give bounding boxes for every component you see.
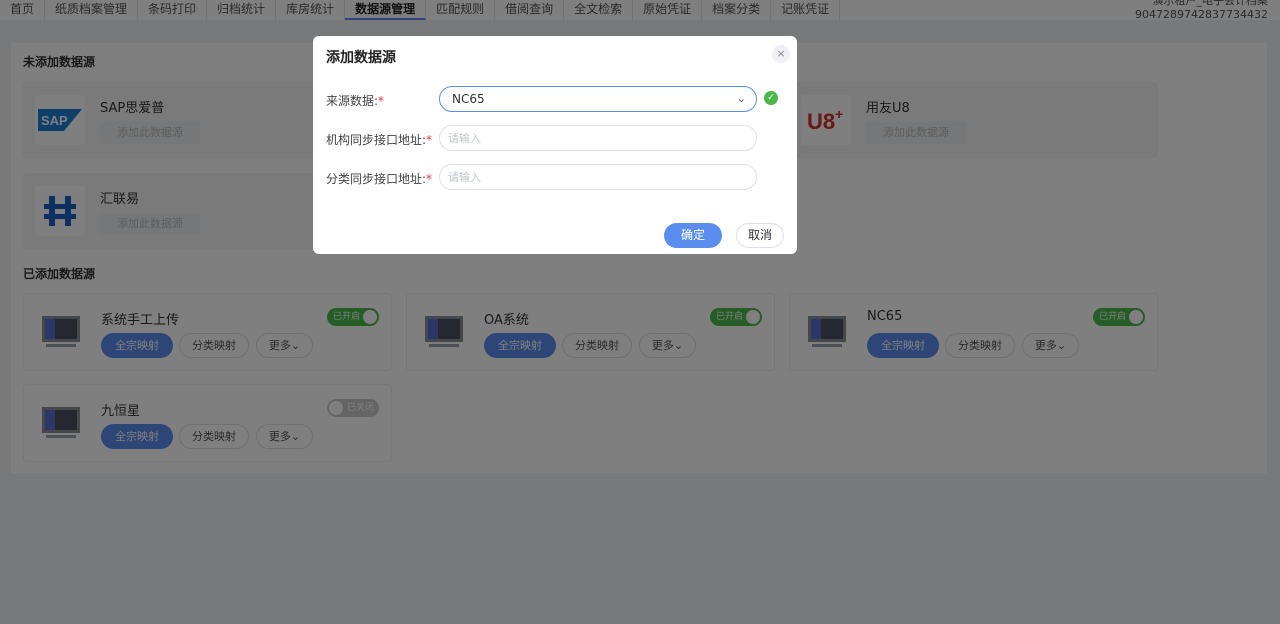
org-url-input[interactable]: [439, 125, 757, 151]
check-circle-icon: ✓: [764, 91, 778, 105]
dialog-title: 添加数据源: [326, 50, 396, 66]
required-mark: *: [378, 94, 385, 108]
chevron-down-icon: ⌄: [736, 92, 746, 105]
label-text: 分类同步接口地址:: [326, 172, 427, 186]
label-text: 来源数据:: [326, 94, 379, 108]
category-url-input[interactable]: [439, 164, 757, 190]
source-select-value: NC65: [452, 92, 485, 106]
cancel-button[interactable]: 取消: [736, 223, 784, 248]
label-text: 机构同步接口地址:: [326, 133, 427, 147]
required-mark: *: [426, 172, 433, 186]
org-url-label: 机构同步接口地址:*: [326, 131, 432, 148]
category-url-label: 分类同步接口地址:*: [326, 170, 432, 187]
confirm-button[interactable]: 确定: [664, 223, 722, 248]
source-field-label: 来源数据:*: [326, 92, 384, 109]
close-icon[interactable]: ×: [772, 45, 790, 63]
source-select[interactable]: NC65 ⌄: [439, 86, 757, 112]
required-mark: *: [426, 133, 433, 147]
add-datasource-dialog: 添加数据源 × 来源数据:* NC65 ⌄ ✓ 机构同步接口地址:* 分类同步接…: [313, 36, 797, 254]
